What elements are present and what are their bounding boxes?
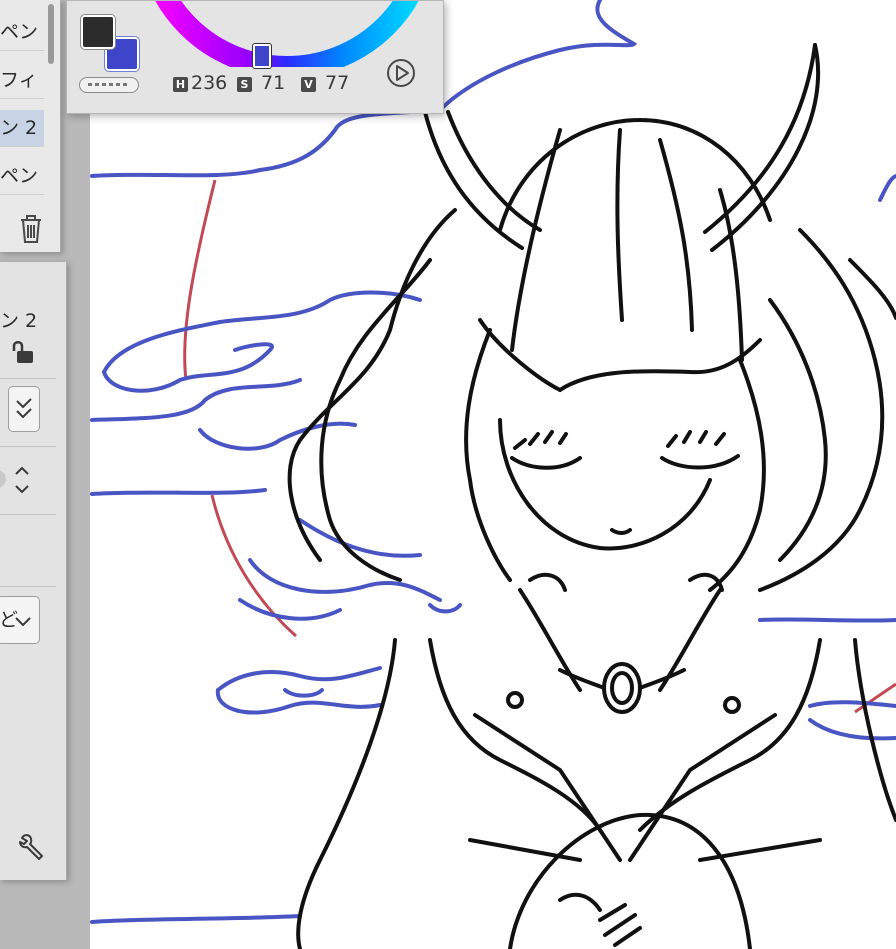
hue-handle[interactable] [252, 43, 272, 69]
value-value: 77 [325, 72, 350, 94]
line-art-drawing [90, 0, 896, 949]
saturation-tag: S [237, 77, 252, 92]
transparent-color-swatch[interactable] [79, 77, 139, 93]
drawing-canvas[interactable] [0, 0, 896, 949]
double-check-icon [16, 398, 32, 419]
divider [0, 378, 56, 379]
layer-list-panel: ペン フィ ン 2 ペン [0, 0, 61, 252]
layer-item-label: ン 2 [0, 117, 38, 139]
blend-mode-select[interactable]: ど [0, 596, 40, 644]
opacity-indicator [0, 470, 6, 488]
red-guide-left [183, 179, 217, 381]
opacity-stepper[interactable] [8, 460, 36, 500]
play-circle-icon [387, 59, 415, 87]
value-tag: V [301, 77, 316, 92]
chevron-down-icon [15, 617, 31, 627]
layer-list-item[interactable]: フィ [0, 62, 44, 99]
hue-readout: H 236 [173, 71, 227, 95]
layer-settings-button[interactable] [16, 830, 46, 862]
clipping-toggle-button[interactable] [8, 386, 40, 432]
layer-list-item-selected[interactable]: ン 2 [0, 110, 44, 147]
divider [0, 446, 56, 447]
blue-cloud-guides [90, 0, 896, 924]
hue-value: 236 [191, 72, 228, 94]
lock-toggle[interactable] [12, 338, 36, 366]
layer-list-item[interactable]: ペン [0, 158, 44, 195]
delete-layer-button[interactable] [16, 212, 46, 246]
layer-item-label: ペン [0, 165, 39, 187]
color-picker-panel: H 236 S 71 V 77 [66, 0, 444, 114]
layer-list-scrollbar[interactable] [48, 4, 54, 64]
lock-icon [12, 341, 33, 363]
trash-icon [21, 215, 41, 243]
saturation-value: 71 [261, 72, 286, 94]
primary-color-swatch[interactable] [81, 15, 115, 49]
saturation-readout: S 71 [237, 71, 285, 95]
hue-tag: H [173, 77, 188, 92]
layer-item-label: フィ [0, 69, 38, 91]
color-mode-button[interactable] [385, 57, 417, 89]
character-line-art [287, 43, 896, 949]
divider [0, 586, 56, 587]
stepper-icon [15, 466, 29, 494]
value-readout: V 77 [301, 71, 349, 95]
layer-name-label: ン 2 [0, 310, 38, 332]
wrench-icon [19, 834, 43, 860]
divider [0, 514, 56, 515]
layer-list-item[interactable]: ペン [0, 14, 44, 51]
layer-item-label: ペン [0, 21, 39, 43]
layer-properties-panel: ン 2 ど [0, 262, 67, 880]
